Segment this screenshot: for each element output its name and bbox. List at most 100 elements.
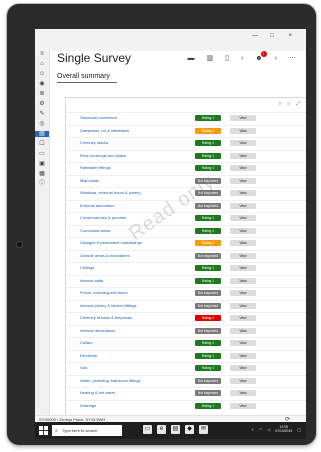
row-label[interactable]: Internal walls [80, 278, 200, 283]
grid-icon[interactable]: ▥ [206, 54, 213, 62]
table-row: Outside areas & boundaries Not inspected V… [66, 249, 306, 263]
view-button[interactable]: View [230, 277, 256, 284]
view-button[interactable]: View [230, 302, 256, 309]
wifi-icon[interactable]: ◠ [259, 425, 263, 434]
status-badge: Rating 1 [195, 215, 221, 221]
row-label[interactable]: Heating & hot water [80, 390, 200, 395]
status-badge: Rating 1 [195, 115, 221, 121]
document-icon[interactable]: ▭ [38, 151, 46, 157]
location-icon[interactable]: ◎ [38, 121, 46, 127]
task-view-icon[interactable]: ▭ [143, 425, 152, 434]
top-toolbar: ▬ ▥ ▯ ‹ ☻ 1 › ⋯ [187, 50, 296, 62]
search-icon: ⌕ [55, 428, 58, 434]
calendar-icon[interactable]: ☐ [38, 141, 46, 147]
settings-icon[interactable]: ⚙ [38, 101, 46, 107]
search-icon[interactable]: ⌕ [287, 101, 290, 107]
table-row: Garages & permanent outbuildings Rating 2… [66, 237, 306, 250]
view-button[interactable]: View [230, 215, 256, 221]
minimize-button[interactable]: — [252, 33, 258, 39]
row-label[interactable]: Gas [80, 365, 200, 370]
view-button[interactable]: View [230, 352, 256, 359]
status-badge: Rating 1 [195, 152, 221, 159]
view-button[interactable]: View [230, 377, 256, 384]
view-button[interactable]: View [230, 127, 256, 134]
view-button[interactable]: View [230, 227, 256, 234]
row-label[interactable]: Internal joinery & kitchen fittings [80, 303, 200, 308]
view-button[interactable]: View [230, 165, 256, 171]
view-button[interactable]: View [230, 115, 256, 121]
close-button[interactable]: × [288, 33, 292, 39]
view-button[interactable]: View [230, 240, 256, 246]
mail-app-icon[interactable]: ✉ [199, 425, 208, 434]
row-label[interactable]: Internal decorations [80, 328, 200, 333]
view-button[interactable]: View [230, 340, 256, 346]
user-icon[interactable]: ☻ 1 [255, 50, 267, 62]
view-button[interactable]: View [230, 265, 256, 271]
maximize-button[interactable]: □ [270, 33, 274, 39]
view-button[interactable]: View [230, 290, 256, 296]
hamburger-icon[interactable]: ≡ [38, 51, 46, 57]
view-button[interactable]: View [230, 365, 256, 371]
row-label[interactable]: Drainage [80, 403, 200, 408]
chevron-up-icon[interactable]: ˄ [251, 425, 253, 434]
overflow-icon[interactable]: ⋯ [289, 54, 296, 62]
system-tray: ˄ ◠ ◁ 12:05 07/10/2019 ▢ [251, 425, 301, 434]
summary-panel: ▿ ⌕ ⤢ Structural movement Rating 1 View Dam… [65, 97, 306, 431]
back-icon[interactable]: ‹ [241, 55, 243, 62]
row-label[interactable]: Water, plumbing, bathroom fittings [80, 378, 200, 383]
view-button[interactable]: View [230, 402, 256, 409]
table-row: Chimney breasts & fireplaces Rating 3 View [66, 312, 306, 325]
row-label[interactable]: Electricity [80, 353, 200, 358]
store-icon[interactable]: ◆ [185, 425, 194, 434]
row-label[interactable]: Dampness, rot & infestation [80, 128, 200, 133]
row-label[interactable]: Chimney stacks [80, 140, 200, 145]
filter-icon[interactable]: ▿ [279, 101, 282, 107]
mail-icon[interactable]: ▬ [187, 55, 194, 62]
list-icon[interactable]: ≣ [38, 91, 46, 97]
explorer-icon[interactable]: ▤ [171, 425, 180, 434]
window-titlebar: — □ × [35, 29, 306, 51]
row-label[interactable]: Floors, including sub floors [80, 290, 200, 295]
view-button[interactable]: View [230, 202, 256, 209]
table-row: Heating & hot water Not inspected View [66, 387, 306, 400]
edit-icon[interactable]: ✎ [38, 111, 46, 117]
row-label[interactable]: Chimney breasts & fireplaces [80, 315, 200, 320]
view-button[interactable]: View [230, 177, 256, 184]
person-icon[interactable]: ☺ [38, 71, 46, 77]
view-button[interactable]: View [230, 315, 256, 321]
row-label[interactable]: Ceilings [80, 265, 200, 270]
notification-badge: 1 [260, 50, 267, 57]
view-button[interactable]: View [230, 190, 256, 196]
tablet-icon[interactable]: ▯ [225, 54, 229, 62]
folder-icon[interactable]: ▣ [38, 161, 46, 167]
view-button[interactable]: View [230, 252, 256, 259]
view-button[interactable]: View [230, 152, 256, 159]
status-badge: Rating 2 [195, 240, 221, 246]
row-label[interactable]: Main walls [80, 178, 200, 183]
camera-nav-icon[interactable]: ◉ [38, 81, 46, 87]
notifications-icon[interactable]: ▢ [297, 425, 301, 434]
forward-icon[interactable]: › [275, 55, 277, 62]
row-label[interactable]: Outside areas & boundaries [80, 253, 200, 258]
image-icon[interactable]: ▦ [38, 171, 46, 177]
clock[interactable]: 12:05 07/10/2019 [275, 425, 292, 434]
table-row: Rainwater fittings Rating 1 View [66, 162, 306, 175]
row-label[interactable]: Structural movement [80, 115, 200, 120]
edge-icon[interactable]: e [157, 425, 166, 434]
row-label[interactable]: Roof coverings and space [80, 153, 200, 158]
home-icon[interactable]: ⌂ [38, 61, 46, 67]
expand-icon[interactable]: ⤢ [296, 101, 300, 107]
volume-icon[interactable]: ◁ [267, 425, 270, 434]
view-button[interactable]: View [230, 140, 256, 146]
survey-icon[interactable]: ▤ [35, 131, 49, 137]
status-badge: Rating 1 [195, 140, 221, 146]
taskbar-search[interactable]: ⌕ Type here to search [52, 425, 122, 436]
info-icon[interactable]: ⓘ [38, 181, 46, 187]
view-button[interactable]: View [230, 327, 256, 334]
row-label[interactable]: Rainwater fittings [80, 165, 200, 170]
status-badge: Not inspected [195, 327, 221, 334]
table-row: Cellars Rating 1 View [66, 337, 306, 350]
windows-start-icon[interactable] [39, 426, 48, 435]
row-label[interactable]: Cellars [80, 340, 200, 345]
view-button[interactable]: View [230, 390, 256, 396]
